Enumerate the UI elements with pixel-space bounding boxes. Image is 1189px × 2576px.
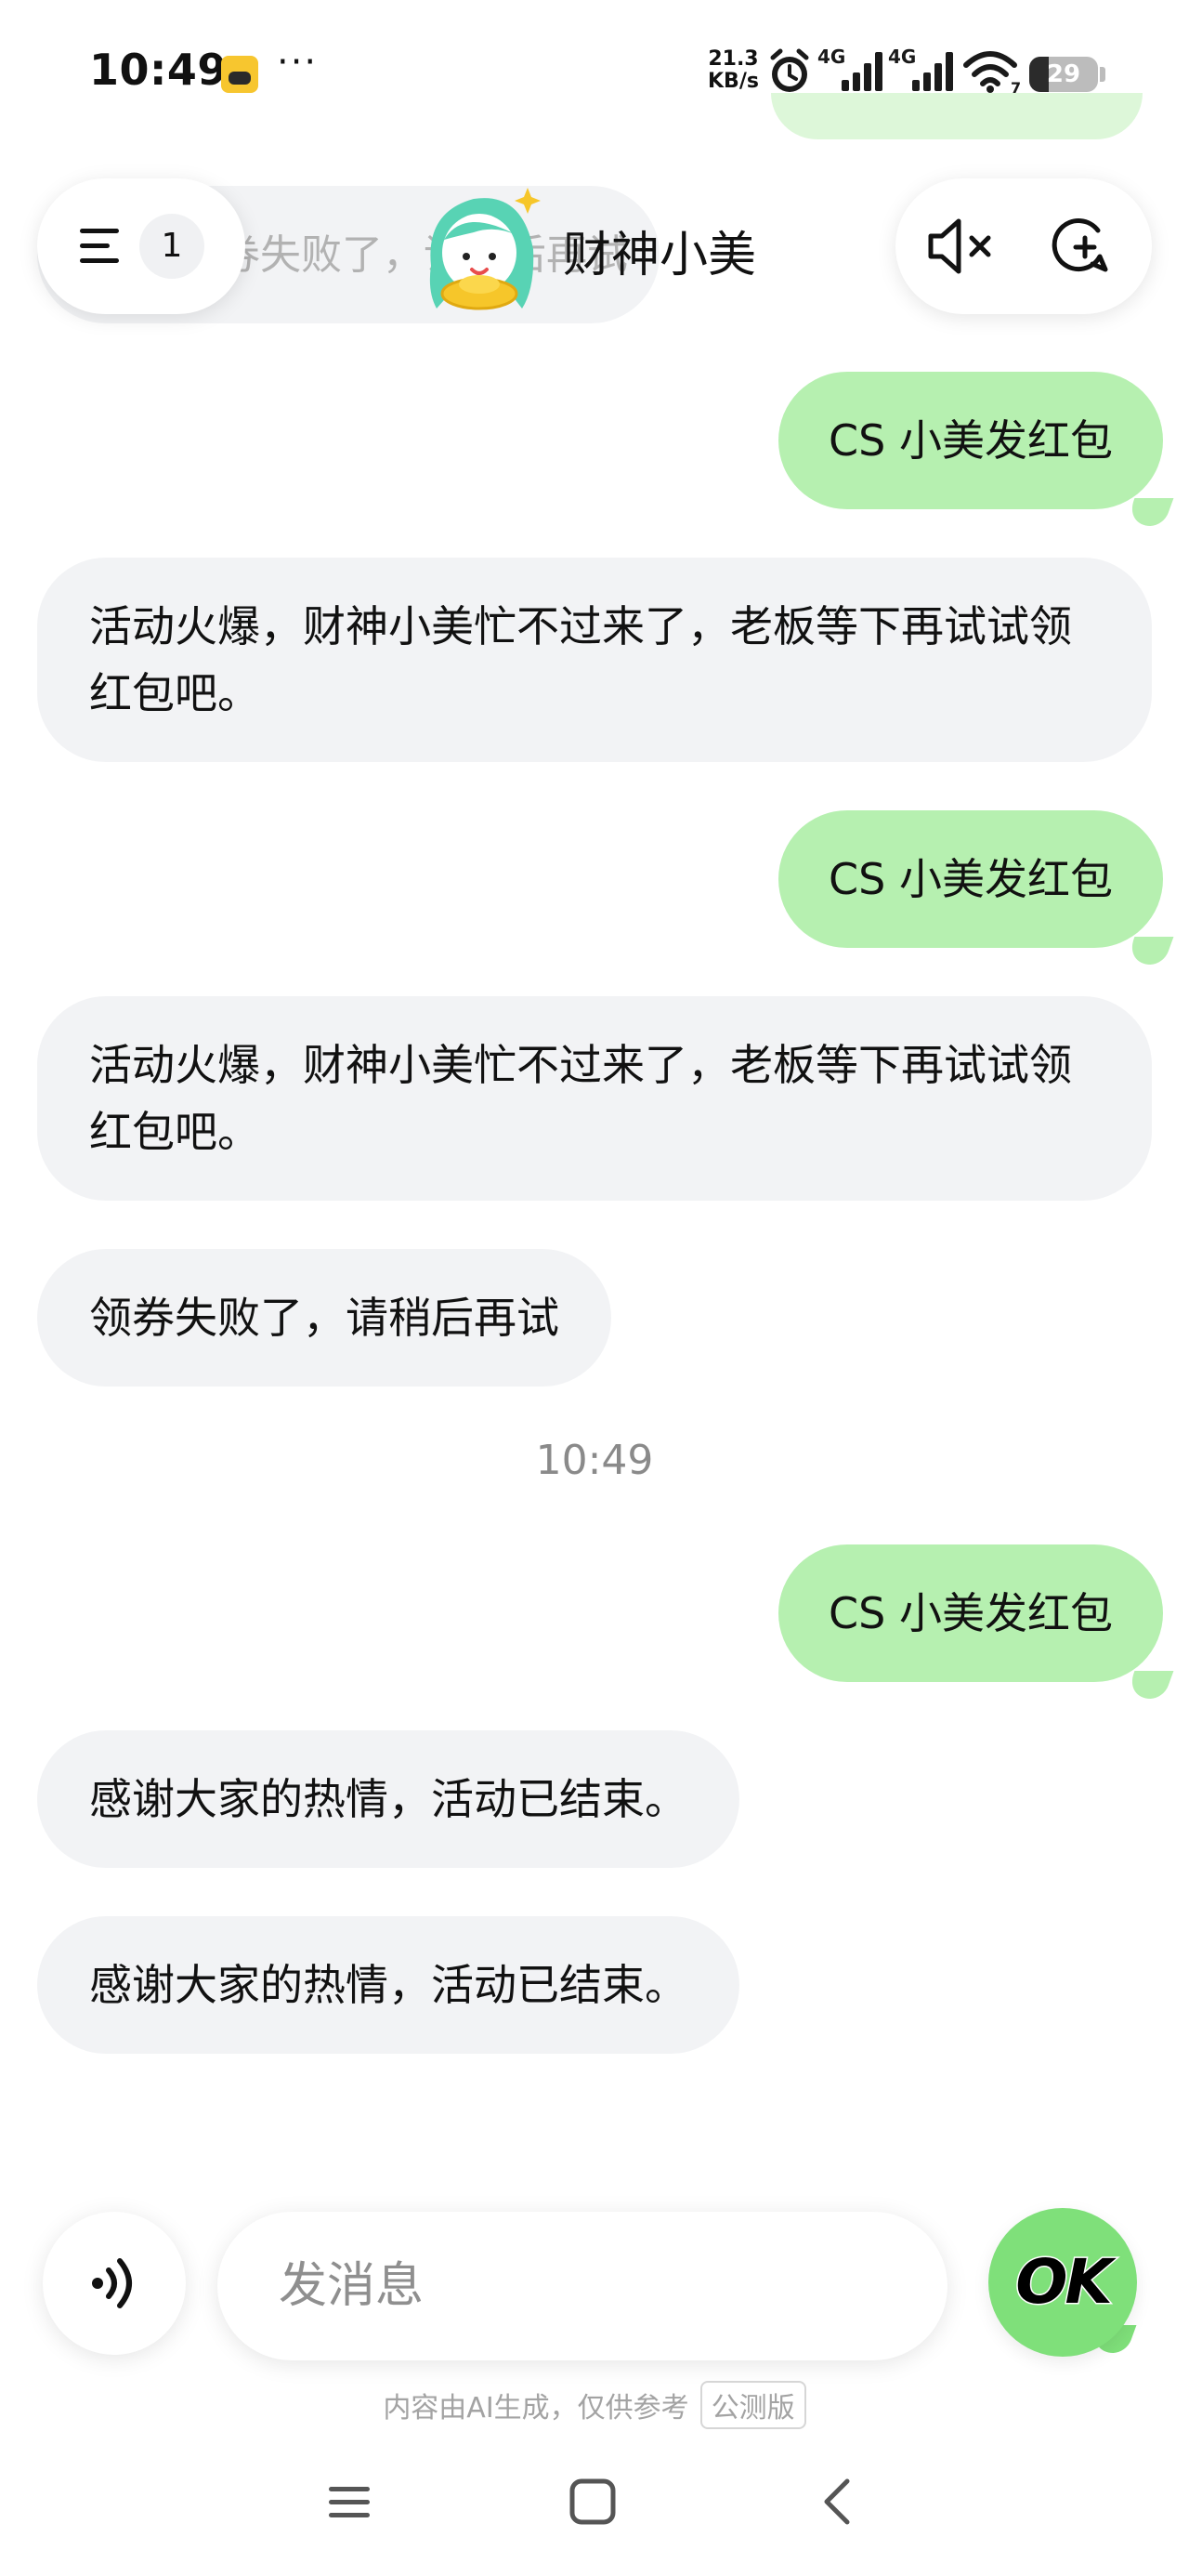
nav-back-icon[interactable] — [810, 2474, 866, 2530]
bot-message-bubble[interactable]: 感谢大家的热情，活动已结束。 — [37, 1916, 739, 2054]
bot-message-bubble[interactable]: 活动火爆，财神小美忙不过来了，老板等下再试试领红包吧。 — [37, 558, 1152, 762]
more-notifications-indicator: ··· — [277, 41, 319, 84]
bot-name-title[interactable]: 财神小美 — [563, 216, 756, 285]
ai-disclaimer: 内容由AI生成，仅供参考 公测版 — [0, 2381, 1189, 2429]
ok-button-label: OK — [1014, 2245, 1114, 2320]
bot-message-bubble[interactable]: 感谢大家的热情，活动已结束。 — [37, 1730, 739, 1868]
bot-message-bubble[interactable]: 领券失败了，请稍后再试 — [37, 1249, 611, 1387]
network-speed-value: 21.3 — [708, 47, 759, 71]
chat-screen: 10:49 ··· 21.3 KB/s 4G 4G 7 29 领券失败了，请稍后… — [0, 0, 1189, 2576]
wifi-icon: 7 — [963, 51, 1021, 95]
cellular-signal-2-icon: 4G — [888, 46, 953, 91]
bot-message-bubble[interactable]: 活动火爆，财神小美忙不过来了，老板等下再试试领红包吧。 — [37, 996, 1152, 1201]
user-message-bubble[interactable]: CS 小美发红包 — [778, 1544, 1163, 1682]
battery-level: 29 — [1046, 60, 1081, 88]
network-speed-unit: KB/s — [708, 70, 759, 93]
header-actions — [895, 178, 1152, 314]
bot-avatar[interactable] — [418, 184, 544, 314]
network-speed: 21.3 KB/s — [708, 48, 759, 93]
signal-1-label: 4G — [817, 46, 845, 68]
voice-icon — [92, 2258, 132, 2308]
ok-send-button[interactable]: OK — [988, 2208, 1137, 2357]
message-timestamp: 10:49 — [535, 1437, 654, 1484]
ai-disclaimer-text: 内容由AI生成，仅供参考 — [383, 2392, 689, 2425]
unread-count-badge: 1 — [139, 214, 204, 279]
new-chat-icon[interactable] — [1048, 216, 1115, 277]
user-message-bubble[interactable]: CS 小美发红包 — [778, 372, 1163, 509]
mute-icon[interactable] — [925, 216, 998, 277]
nav-home-icon[interactable] — [565, 2474, 621, 2530]
scrolled-bot-bubble-text: 领券失败了，请稍后再试 — [178, 231, 628, 279]
user-message-bubble[interactable]: CS 小美发红包 — [778, 810, 1163, 948]
nav-menu-icon[interactable] — [321, 2474, 377, 2530]
battery-indicator: 29 — [1029, 57, 1098, 92]
menu-button[interactable]: 1 — [37, 178, 245, 314]
message-input[interactable] — [217, 2212, 947, 2360]
status-time: 10:49 — [89, 45, 228, 95]
voice-input-button[interactable] — [43, 2212, 186, 2355]
alarm-icon — [770, 48, 809, 92]
beta-tag: 公测版 — [699, 2381, 806, 2429]
app-notification-icon — [221, 56, 258, 93]
menu-icon — [80, 229, 119, 263]
signal-2-label: 4G — [888, 46, 916, 68]
battery-tip — [1100, 67, 1105, 82]
scrolled-user-bubble-edge — [771, 93, 1143, 139]
cellular-signal-1-icon: 4G — [817, 46, 882, 91]
